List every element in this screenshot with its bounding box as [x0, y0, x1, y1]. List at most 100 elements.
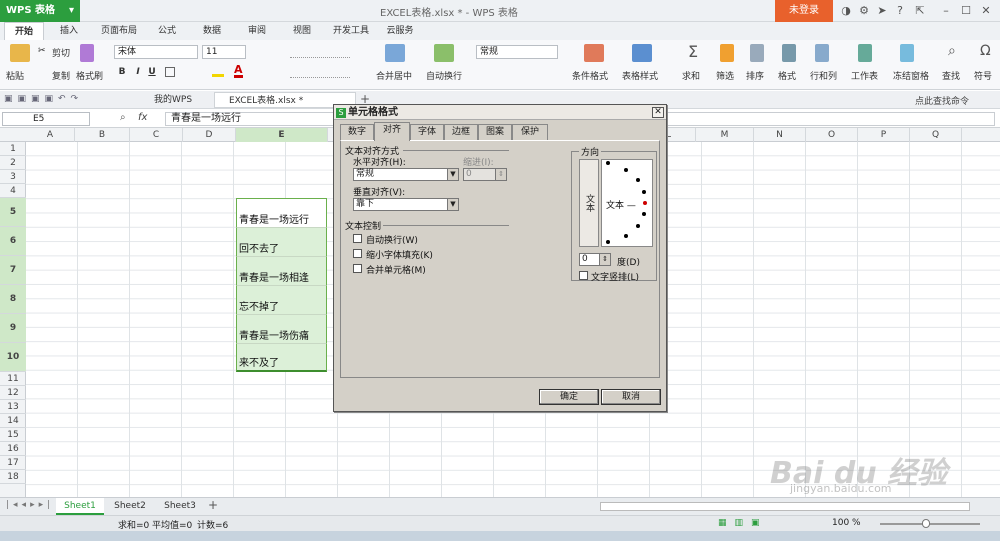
- symbol-button[interactable]: 符号: [974, 69, 992, 82]
- cancel-button[interactable]: 取消: [601, 389, 661, 405]
- alignment-buttons-top[interactable]: [290, 46, 350, 58]
- tab-start[interactable]: 开始: [4, 22, 44, 40]
- font-color-icon[interactable]: A: [234, 64, 243, 78]
- merge-center-button[interactable]: 合并居中: [376, 69, 412, 82]
- login-button[interactable]: 未登录: [775, 0, 833, 22]
- row-header[interactable]: 1: [0, 142, 26, 156]
- cell-e8[interactable]: 忘不掉了: [236, 285, 327, 314]
- symbol-icon[interactable]: Ω: [980, 43, 991, 59]
- dialog-tab-font[interactable]: 字体: [410, 124, 444, 140]
- worksheet-icon[interactable]: [858, 44, 872, 62]
- dialog-tab-protection[interactable]: 保护: [512, 124, 548, 140]
- underline-button[interactable]: U: [146, 66, 158, 78]
- row-header[interactable]: 17: [0, 456, 26, 470]
- zoom-slider[interactable]: [880, 523, 980, 525]
- tab-data[interactable]: 数据: [195, 22, 229, 40]
- column-header[interactable]: C: [130, 128, 183, 142]
- brush-icon[interactable]: [80, 44, 94, 62]
- freeze-panes-button[interactable]: 冻结窗格: [893, 69, 929, 82]
- merge-icon[interactable]: [385, 44, 405, 62]
- bold-button[interactable]: B: [116, 66, 128, 78]
- cell-e9[interactable]: 青春是一场伤痛: [236, 314, 327, 343]
- dialog-close-button[interactable]: ✕: [652, 107, 664, 118]
- sum-button[interactable]: 求和: [682, 69, 700, 82]
- row-header[interactable]: 14: [0, 414, 26, 428]
- vertical-align-select[interactable]: 靠下 ▼: [353, 198, 459, 211]
- paste-icon[interactable]: [10, 44, 30, 62]
- horizontal-scrollbar[interactable]: [600, 502, 970, 511]
- row-col-button[interactable]: 行和列: [810, 69, 837, 82]
- fx-icon[interactable]: fx: [138, 112, 147, 123]
- skin-icon[interactable]: ◑: [838, 3, 854, 19]
- border-icon[interactable]: [165, 67, 175, 77]
- row-header[interactable]: 5: [0, 198, 26, 227]
- vertical-text-option[interactable]: 文本: [579, 159, 599, 247]
- row-col-icon[interactable]: [815, 44, 829, 62]
- column-header[interactable]: E: [236, 128, 328, 142]
- wrap-icon[interactable]: [434, 44, 454, 62]
- font-size-select[interactable]: 11: [202, 45, 246, 59]
- sum-icon[interactable]: Σ: [688, 42, 698, 61]
- maximize-icon[interactable]: ☐: [958, 3, 974, 19]
- sort-icon[interactable]: [750, 44, 764, 62]
- name-box[interactable]: E5: [2, 112, 90, 126]
- minimize-icon[interactable]: –: [938, 3, 954, 19]
- row-header[interactable]: 8: [0, 285, 26, 314]
- cell-e7[interactable]: 青春是一场相逢: [236, 256, 327, 285]
- scissors-icon[interactable]: ✂: [38, 46, 48, 56]
- dialog-tab-number[interactable]: 数字: [340, 124, 374, 140]
- find-button[interactable]: 查找: [942, 69, 960, 82]
- tab-developer[interactable]: 开发工具: [328, 22, 374, 40]
- italic-button[interactable]: I: [132, 66, 144, 78]
- ok-button[interactable]: 确定: [539, 389, 599, 405]
- row-header[interactable]: 12: [0, 386, 26, 400]
- filter-button[interactable]: 筛选: [716, 69, 734, 82]
- sheet-tab-1[interactable]: Sheet1: [56, 498, 104, 515]
- tab-insert[interactable]: 插入: [52, 22, 86, 40]
- cell-e6[interactable]: 回不去了: [236, 227, 327, 256]
- row-header[interactable]: 4: [0, 184, 26, 198]
- worksheet-button[interactable]: 工作表: [851, 69, 878, 82]
- row-header[interactable]: 9: [0, 314, 26, 343]
- row-header[interactable]: 10: [0, 343, 26, 372]
- doc-tab-my-wps[interactable]: 我的WPS: [140, 92, 210, 108]
- tab-page-layout[interactable]: 页面布局: [94, 22, 144, 40]
- row-header[interactable]: 6: [0, 227, 26, 256]
- dialog-tab-border[interactable]: 边框: [444, 124, 478, 140]
- indent-spinner[interactable]: 0 ⇕: [463, 168, 507, 181]
- quick-access-icons[interactable]: ▣▣▣▣↶↷: [4, 94, 104, 106]
- row-header[interactable]: 7: [0, 256, 26, 285]
- column-header[interactable]: Q: [910, 128, 962, 142]
- shrink-to-fit-checkbox[interactable]: [353, 249, 362, 258]
- font-name-select[interactable]: 宋体: [114, 45, 198, 59]
- format-painter-button[interactable]: 格式刷: [76, 69, 103, 82]
- column-header[interactable]: P: [858, 128, 910, 142]
- row-header[interactable]: 11: [0, 372, 26, 386]
- add-sheet-icon[interactable]: +: [208, 498, 218, 512]
- merge-cells-checkbox[interactable]: [353, 264, 362, 273]
- close-icon[interactable]: ✕: [978, 3, 994, 19]
- sheet-nav-icons[interactable]: |◂◂▸▸|: [6, 500, 54, 510]
- vertical-arrange-checkbox[interactable]: [579, 271, 588, 280]
- zoom-slider-handle[interactable]: [922, 519, 930, 528]
- tab-review[interactable]: 审阅: [240, 22, 274, 40]
- format-button[interactable]: 格式: [778, 69, 796, 82]
- paste-button[interactable]: 粘贴: [6, 69, 24, 82]
- row-header[interactable]: 2: [0, 156, 26, 170]
- cell-e5[interactable]: 青春是一场远行: [236, 198, 327, 227]
- column-header[interactable]: O: [806, 128, 858, 142]
- column-header[interactable]: B: [75, 128, 130, 142]
- row-header[interactable]: 18: [0, 470, 26, 484]
- cell-e10[interactable]: 来不及了: [236, 343, 327, 372]
- share-icon[interactable]: ➤: [874, 3, 890, 19]
- wps-app-menu-button[interactable]: WPS 表格 ▾: [0, 0, 80, 22]
- help-icon[interactable]: ?: [892, 3, 908, 19]
- copy-button[interactable]: 复制: [52, 69, 70, 82]
- view-mode-icons[interactable]: ▦▥▣: [718, 518, 808, 529]
- dialog-tab-pattern[interactable]: 图案: [478, 124, 512, 140]
- horizontal-align-select[interactable]: 常规 ▼: [353, 168, 459, 181]
- sheet-tab-3[interactable]: Sheet3: [156, 498, 204, 515]
- wrap-text-button[interactable]: 自动换行: [426, 69, 462, 82]
- table-style-button[interactable]: 表格样式: [622, 69, 658, 82]
- table-style-icon[interactable]: [632, 44, 652, 62]
